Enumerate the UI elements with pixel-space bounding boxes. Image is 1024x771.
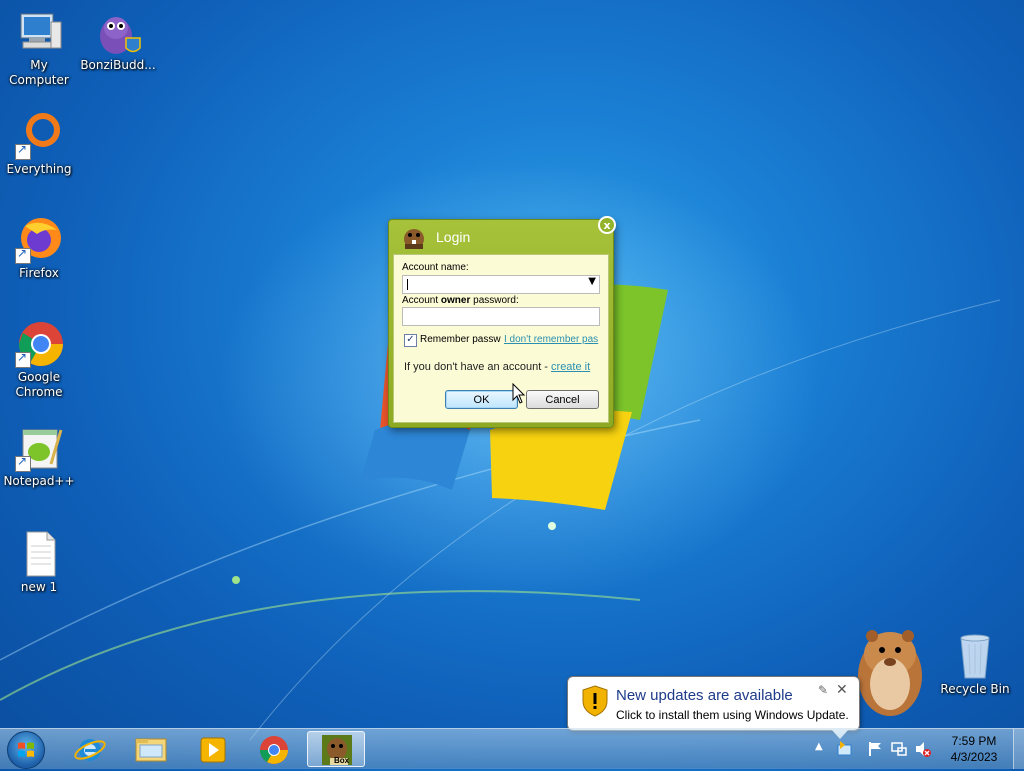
mouse-cursor-icon <box>512 383 526 404</box>
remember-password-label[interactable]: Remember passw <box>420 334 501 345</box>
clock-time: 7:59 PM <box>951 734 997 748</box>
text-caret <box>407 279 408 290</box>
shortcut-arrow-icon <box>15 454 31 472</box>
desktop-icon-label: Everything <box>6 162 72 176</box>
remember-password-checkbox[interactable]: ✓ <box>404 334 417 347</box>
taskbar-chrome[interactable] <box>245 731 303 767</box>
everything-search-icon <box>15 112 63 160</box>
recycle-bin-icon <box>951 632 999 680</box>
desktop-icon-label: Google Chrome <box>15 370 63 399</box>
desktop-icon-label: BonziBudd... <box>80 58 156 72</box>
warning-shield-icon <box>581 685 609 717</box>
chrome-icon <box>260 736 288 764</box>
desktop-icon-new-1[interactable]: new 1 <box>0 530 78 595</box>
dialog-titlebar[interactable]: Login <box>389 220 613 254</box>
desktop-icon-recycle-bin[interactable]: Recycle Bin <box>936 632 1014 697</box>
dropdown-arrow-icon[interactable]: ▼ <box>588 276 596 287</box>
desktop-icon-my-computer[interactable]: My Computer <box>0 8 78 88</box>
password-label: Account owner password: <box>402 295 519 306</box>
notepadpp-icon <box>15 424 63 472</box>
taskbar-box-app[interactable]: Box <box>307 731 365 767</box>
volume-muted-icon[interactable] <box>914 740 932 758</box>
password-field[interactable] <box>402 307 600 326</box>
computer-icon <box>15 8 63 56</box>
close-button[interactable]: x <box>598 216 616 234</box>
bonzibuddy-icon <box>94 8 142 56</box>
account-name-combobox[interactable]: ▼ <box>402 275 600 294</box>
file-explorer-icon <box>135 738 167 762</box>
update-notification-balloon[interactable]: New updates are available Click to insta… <box>567 676 860 739</box>
shortcut-arrow-icon <box>15 350 31 368</box>
ok-button[interactable]: OK <box>445 390 518 409</box>
system-clock[interactable]: 7:59 PM 4/3/2023 <box>940 733 1008 765</box>
chrome-icon <box>15 320 63 368</box>
desktop-icon-firefox[interactable]: Firefox <box>0 216 78 281</box>
internet-explorer-icon <box>74 739 106 761</box>
no-account-text: If you don't have an account - create it <box>404 361 591 373</box>
desktop-icon-bonzibuddy[interactable]: BonziBudd... <box>79 8 157 73</box>
hamster-pet-icon[interactable] <box>850 618 926 720</box>
desktop-icon-google-chrome[interactable]: Google Chrome <box>0 320 78 400</box>
login-form-panel: Account name: ▼ Account owner password: … <box>393 254 609 423</box>
close-icon[interactable]: ✕ <box>836 682 848 698</box>
forgot-password-link[interactable]: I don't remember pas <box>504 334 600 345</box>
desktop-icon-label: Recycle Bin <box>940 682 1010 696</box>
options-wrench-icon[interactable]: ✎ <box>818 683 828 697</box>
media-player-icon <box>200 737 226 763</box>
cancel-button[interactable]: Cancel <box>526 390 599 409</box>
desktop-icon-notepadpp[interactable]: Notepad++ <box>0 424 78 489</box>
taskbar: Box ▲ 7:59 PM 4/3/2023 <box>0 728 1024 769</box>
show-hidden-icons-button[interactable]: ▲ <box>815 741 823 752</box>
windows-update-tray-icon[interactable] <box>836 739 854 757</box>
create-account-link[interactable]: create it <box>551 361 590 373</box>
beaver-app-icon <box>401 224 427 250</box>
desktop-icon-label: new 1 <box>20 580 58 594</box>
taskbar-internet-explorer[interactable] <box>61 731 119 767</box>
show-desktop-button[interactable] <box>1013 729 1024 769</box>
firefox-icon <box>15 216 63 264</box>
taskbar-file-explorer[interactable] <box>122 731 180 767</box>
desktop-icon-label: Notepad++ <box>3 474 75 488</box>
login-dialog: Login x Account name: ▼ Account owner pa… <box>388 216 616 428</box>
network-icon[interactable] <box>890 740 908 758</box>
clock-date: 4/3/2023 <box>950 750 998 764</box>
text-file-icon <box>15 530 63 578</box>
desktop-icon-everything[interactable]: Everything <box>0 112 78 177</box>
notification-title: New updates are available <box>616 687 793 704</box>
box-app-label: Box <box>334 756 350 765</box>
notification-text: Click to install them using Windows Upda… <box>616 708 849 722</box>
desktop-icon-label: Firefox <box>19 266 59 280</box>
action-center-flag-icon[interactable] <box>866 740 884 758</box>
start-button[interactable] <box>7 731 45 769</box>
desktop-icon-label: My Computer <box>9 58 69 87</box>
windows-logo-icon <box>18 742 34 757</box>
taskbar-media-player[interactable] <box>184 731 242 767</box>
account-name-label: Account name: <box>402 262 469 273</box>
shortcut-arrow-icon <box>15 142 31 160</box>
dialog-title: Login <box>436 229 471 245</box>
shortcut-arrow-icon <box>15 246 31 264</box>
